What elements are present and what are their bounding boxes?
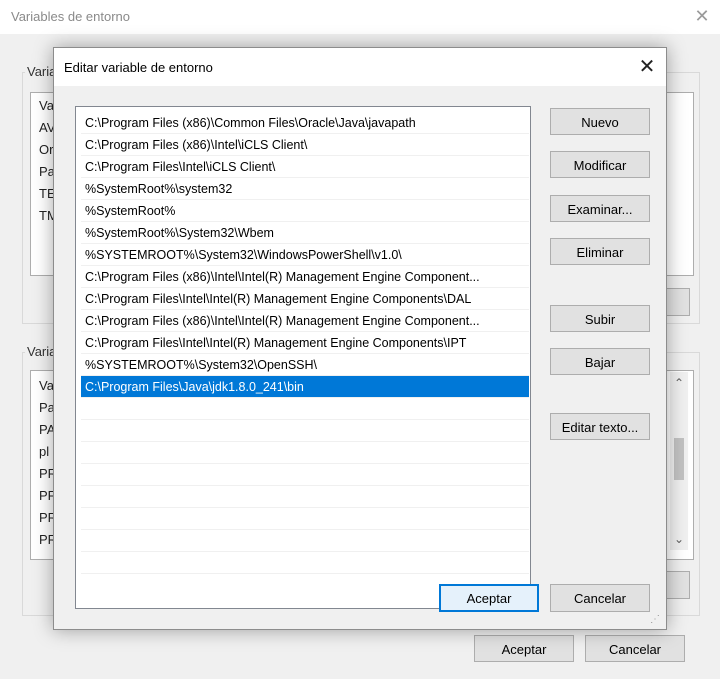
path-item[interactable]: %SystemRoot%\system32: [81, 178, 529, 200]
close-icon[interactable]: ✕: [632, 54, 662, 80]
path-item[interactable]: C:\Program Files (x86)\Common Files\Orac…: [81, 112, 529, 134]
path-item[interactable]: C:\Program Files (x86)\Intel\iCLS Client…: [81, 134, 529, 156]
new-button[interactable]: Nuevo: [550, 108, 650, 135]
path-item[interactable]: C:\Program Files (x86)\Intel\Intel(R) Ma…: [81, 266, 529, 288]
empty-row: [81, 398, 529, 420]
bg-title-bar: Variables de entorno ✕: [0, 0, 720, 34]
edit-button[interactable]: Modificar: [550, 151, 650, 178]
system-variables-scrollbar[interactable]: ⌃ ⌄: [670, 372, 688, 550]
move-down-button[interactable]: Bajar: [550, 348, 650, 375]
accept-button[interactable]: Aceptar: [439, 584, 539, 612]
dialog-title-bar: Editar variable de entorno ✕: [54, 48, 666, 86]
edit-text-button[interactable]: Editar texto...: [550, 413, 650, 440]
path-item[interactable]: %SystemRoot%: [81, 200, 529, 222]
path-item[interactable]: C:\Program Files\Intel\Intel(R) Manageme…: [81, 332, 529, 354]
path-item[interactable]: %SYSTEMROOT%\System32\OpenSSH\: [81, 354, 529, 376]
path-item[interactable]: C:\Program Files (x86)\Intel\Intel(R) Ma…: [81, 310, 529, 332]
bg-window-title: Variables de entorno: [11, 9, 131, 24]
empty-row: [81, 442, 529, 464]
edit-environment-variable-dialog: Editar variable de entorno ✕ C:\Program …: [53, 47, 667, 630]
resize-grip-icon[interactable]: ⋰: [650, 614, 662, 626]
scrollbar-thumb[interactable]: [674, 438, 684, 480]
empty-row: [81, 552, 529, 574]
path-item-selected[interactable]: C:\Program Files\Java\jdk1.8.0_241\bin: [81, 376, 529, 398]
path-item[interactable]: C:\Program Files\Intel\iCLS Client\: [81, 156, 529, 178]
path-item[interactable]: C:\Program Files\Intel\Intel(R) Manageme…: [81, 288, 529, 310]
empty-row: [81, 508, 529, 530]
bg-cancel-button[interactable]: Cancelar: [585, 635, 685, 662]
empty-row: [81, 486, 529, 508]
cancel-button[interactable]: Cancelar: [550, 584, 650, 612]
dialog-title: Editar variable de entorno: [64, 60, 213, 75]
bg-accept-button[interactable]: Aceptar: [474, 635, 574, 662]
chevron-up-icon[interactable]: ⌃: [670, 374, 688, 392]
empty-row: [81, 530, 529, 552]
path-item[interactable]: %SystemRoot%\System32\Wbem: [81, 222, 529, 244]
move-up-button[interactable]: Subir: [550, 305, 650, 332]
empty-row: [81, 420, 529, 442]
path-item[interactable]: %SYSTEMROOT%\System32\WindowsPowerShell\…: [81, 244, 529, 266]
browse-button[interactable]: Examinar...: [550, 195, 650, 222]
path-list[interactable]: C:\Program Files (x86)\Common Files\Orac…: [75, 106, 531, 609]
close-icon[interactable]: ✕: [690, 4, 714, 28]
empty-row: [81, 464, 529, 486]
chevron-down-icon[interactable]: ⌄: [670, 530, 688, 548]
delete-button[interactable]: Eliminar: [550, 238, 650, 265]
